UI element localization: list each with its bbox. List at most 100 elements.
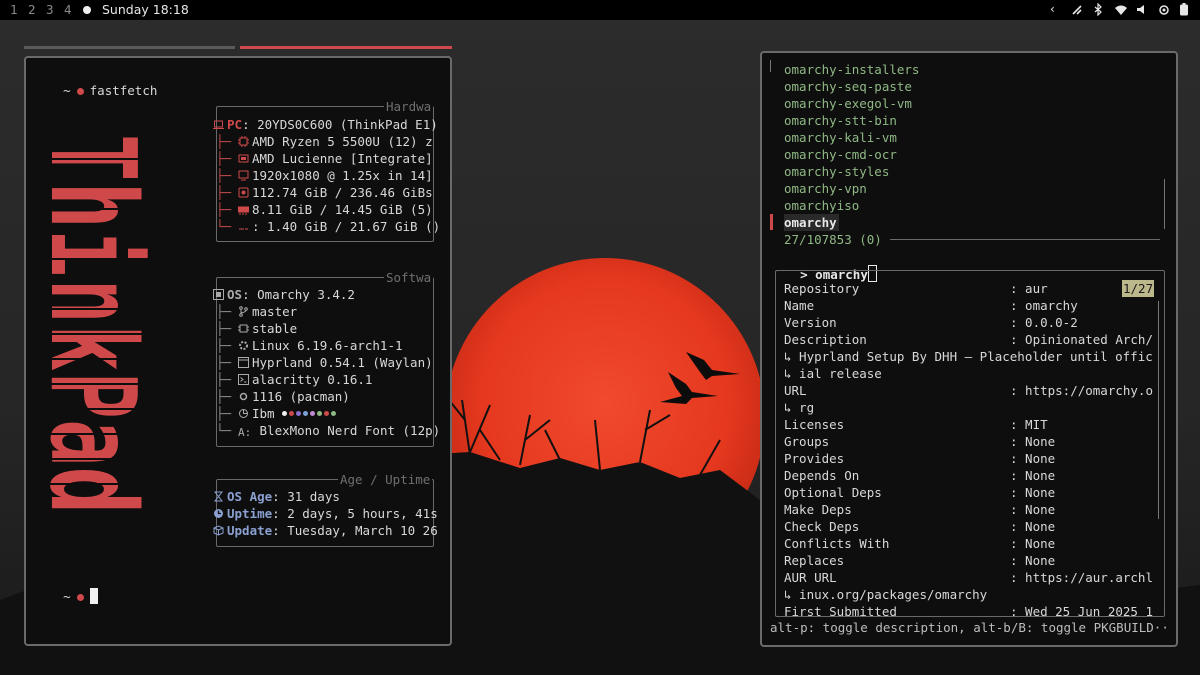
group-tab-inactive[interactable] — [24, 46, 235, 49]
info-value: : None — [1010, 553, 1056, 568]
result-item[interactable]: omarchy-seq-paste — [784, 78, 912, 95]
result-item[interactable]: omarchyiso — [784, 197, 859, 214]
bluetooth-icon[interactable] — [1093, 3, 1103, 16]
result-item[interactable]: omarchy-kali-vm — [784, 129, 897, 146]
clock[interactable]: Sunday 18:18 — [102, 2, 189, 17]
prompt-tilde: ~ — [63, 83, 71, 98]
text-cursor — [89, 588, 98, 604]
top-bar: 1 2 3 4 Sunday 18:18 ‹ — [0, 0, 1200, 20]
results-scrollbar-right[interactable] — [1164, 179, 1165, 229]
info-value: : None — [1010, 519, 1056, 534]
workspace-2[interactable]: 2 — [28, 2, 36, 17]
logo-text: ThinkPad — [44, 134, 162, 514]
result-item[interactable]: omarchy-stt-bin — [784, 112, 897, 129]
sw-theme: Ibm — [238, 405, 338, 422]
info-wrap-line: ↳ Hyprland Setup By DHH — Placeholder un… — [784, 349, 1153, 364]
os-age-row: OS Age: 31 days — [213, 488, 340, 505]
hardware-title: Hardwa — [384, 98, 434, 115]
sw-font: A: BlexMono Nerd Font (12p) — [238, 423, 441, 439]
uptime-row: Uptime: 2 days, 5 hours, 41s — [213, 505, 438, 522]
active-prompt[interactable]: ~ — [33, 571, 98, 622]
info-key: Check Deps — [784, 519, 860, 534]
workspace-1[interactable]: 1 — [10, 2, 18, 17]
package-info-preview[interactable]: 1/27 Repository: aur Name: omarchy Versi… — [775, 270, 1165, 617]
info-wrap-line: ↳ rg — [784, 400, 815, 415]
count-separator — [890, 239, 1160, 240]
info-key: Replaces — [784, 553, 845, 568]
prompt-status-dot — [76, 593, 84, 601]
info-key: Description — [784, 332, 867, 347]
preview-scrollbar[interactable] — [1158, 301, 1159, 519]
result-item[interactable]: omarchy-installers — [784, 61, 919, 78]
color-palette — [282, 406, 338, 421]
prompt-status-dot — [76, 87, 84, 95]
signal-icon[interactable] — [1071, 4, 1083, 16]
results-scrollbar[interactable] — [770, 60, 771, 72]
prompt-tilde: ~ — [63, 589, 71, 604]
theme-icon — [239, 409, 248, 418]
group-tab-active[interactable] — [240, 46, 452, 49]
pc-row: PC: 20YDS0C600 (ThinkPad E1) — [213, 116, 438, 133]
info-key: Version — [784, 315, 837, 330]
workspace-3[interactable]: 3 — [46, 2, 54, 17]
info-value: : Opinionated Arch/ — [1010, 332, 1153, 347]
result-item[interactable]: omarchy-exegol-vm — [784, 95, 912, 112]
channel-icon — [238, 324, 249, 333]
software-title: Softwa — [384, 269, 434, 286]
battery-icon[interactable] — [1180, 3, 1188, 16]
info-value: : MIT — [1010, 417, 1048, 432]
info-wrap-line: ↳ ial release — [784, 366, 882, 381]
terminal-window-package-search[interactable]: omarchy-installers omarchy-seq-paste oma… — [760, 51, 1178, 647]
update-row: Update: Tuesday, March 10 26 — [213, 522, 438, 539]
command-text: fastfetch — [89, 83, 158, 98]
sw-branch: master — [238, 303, 297, 320]
swap-icon — [239, 228, 248, 230]
thinkpad-logo: ThinkPad — [44, 134, 172, 514]
info-value: : None — [1010, 536, 1056, 551]
software-tree: ├─ ├─ ├─ ├─ ├─ ├─ ├─ └─ — [216, 304, 232, 438]
preview-position-badge: 1/27 — [1122, 280, 1155, 297]
result-item-selected[interactable]: omarchy — [784, 214, 839, 231]
uptime-title: Age / Uptime — [338, 471, 433, 488]
info-value: : https://aur.archl — [1010, 570, 1153, 585]
hw-cpu: AMD Ryzen 5 5500U (12) z — [238, 133, 433, 150]
hw-memory: 8.11 GiB / 14.45 GiB (5) — [238, 201, 433, 218]
info-value: : None — [1010, 451, 1056, 466]
volume-icon[interactable] — [1136, 4, 1148, 15]
display-icon — [238, 170, 249, 181]
laptop-icon — [213, 120, 224, 129]
info-key: Name — [784, 298, 815, 313]
workspace-4[interactable]: 4 — [64, 2, 72, 17]
keybinding-hint: alt-p: toggle description, alt-b/B: togg… — [770, 620, 1169, 635]
info-value: : None — [1010, 485, 1056, 500]
info-value: : 0.0.0-2 — [1010, 315, 1078, 330]
sw-packages: 1116 (pacman) — [238, 388, 350, 405]
info-key: First Submitted — [784, 604, 897, 617]
box-icon — [213, 525, 224, 536]
package-icon — [239, 392, 248, 401]
terminal-window-fastfetch[interactable]: ~ fastfetch ThinkPad Hardwa PC: 20YDS0C60… — [24, 56, 452, 646]
prompt-line: ~ fastfetch — [33, 65, 157, 116]
window-manager-icon — [238, 357, 249, 368]
info-value: : None — [1010, 502, 1056, 517]
os-row: OS: Omarchy 3.4.2 — [213, 286, 355, 303]
result-item[interactable]: omarchy-styles — [784, 163, 889, 180]
info-key: URL — [784, 383, 807, 398]
cpu-icon — [238, 136, 249, 147]
cpu-icon[interactable] — [1158, 4, 1170, 16]
kernel-icon — [239, 341, 248, 350]
result-item[interactable]: omarchy-vpn — [784, 180, 867, 197]
wifi-icon[interactable] — [1114, 4, 1128, 15]
hourglass-icon — [213, 491, 224, 502]
hw-disk: 112.74 GiB / 236.46 GiBs — [238, 184, 433, 201]
arrow-left-icon[interactable]: ‹ — [1050, 2, 1055, 16]
match-count: 27/107853 (0) — [784, 232, 882, 247]
active-workspace-dot[interactable] — [83, 6, 91, 14]
disk-icon — [238, 187, 249, 198]
hw-gpu: AMD Lucienne [Integrate] — [238, 150, 433, 167]
info-wrap-line: ↳ inux.org/packages/omarchy — [784, 587, 988, 602]
info-key: Provides — [784, 451, 845, 466]
sw-channel: stable — [238, 320, 297, 337]
result-item[interactable]: omarchy-cmd-ocr — [784, 146, 897, 163]
hardware-tree: ├─ ├─ ├─ ├─ ├─ └─ — [216, 134, 232, 234]
